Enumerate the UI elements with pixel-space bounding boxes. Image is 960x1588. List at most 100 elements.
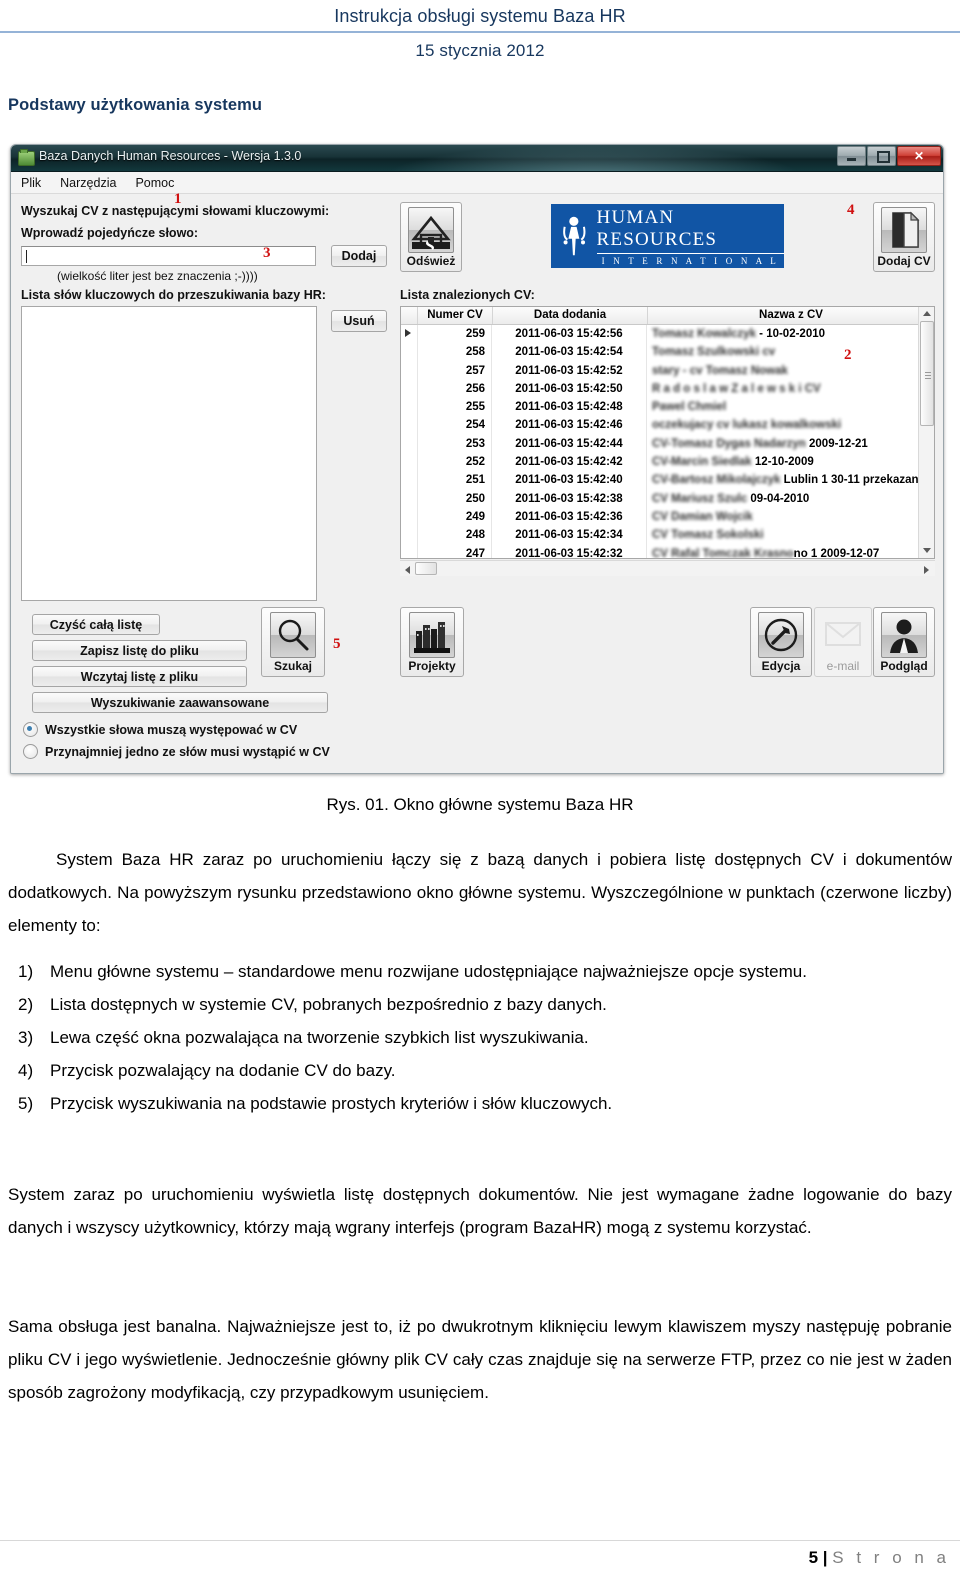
list-item: 5) Przycisk wyszukiwania na podstawie pro… <box>8 1087 952 1120</box>
table-row[interactable]: 252 2011-06-03 15:42:42 CV-Marcin Siedlak … <box>401 453 934 472</box>
section-heading: Podstawy użytkowania systemu <box>8 96 263 114</box>
scroll-up-arrow[interactable] <box>923 311 931 316</box>
table-row[interactable]: 255 2011-06-03 15:42:48 Pawel Chmiel <box>401 398 934 417</box>
cell-cv-number: 248 <box>418 526 492 545</box>
city-buildings-icon <box>409 612 455 658</box>
minimize-icon <box>847 158 856 161</box>
magnifier-icon <box>270 612 316 658</box>
table-row[interactable]: 259 2011-06-03 15:42:56 Tomasz Kowalczyk -… <box>401 325 934 344</box>
maximize-button[interactable] <box>867 146 896 166</box>
app-content: 1 Wyszukaj CV z następującymi słowami kl… <box>11 191 943 773</box>
list-item: 4) Przycisk pozwalający na dodanie CV do … <box>8 1054 952 1087</box>
envelope-icon <box>821 612 865 656</box>
email-button-label: e-mail <box>826 659 860 673</box>
search-button[interactable]: Szukaj <box>261 607 325 677</box>
table-row[interactable]: 254 2011-06-03 15:42:46 oczekujacy cv luka… <box>401 416 934 435</box>
close-button[interactable]: ✕ <box>897 146 941 166</box>
row-selector[interactable] <box>401 526 418 545</box>
cell-date-added: 2011-06-03 15:42:48 <box>492 398 647 417</box>
preview-button[interactable]: Podgląd <box>873 607 935 677</box>
table-row[interactable]: 247 2011-06-03 15:42:32 CV Rafal Tomczak K… <box>401 544 934 559</box>
advanced-search-button[interactable]: Wyszukiwanie zaawansowane <box>32 692 328 713</box>
scroll-down-arrow[interactable] <box>923 548 931 553</box>
row-selector[interactable] <box>401 453 418 472</box>
table-row[interactable]: 256 2011-06-03 15:42:50 R a d o s l a w Z … <box>401 379 934 399</box>
current-row-arrow-icon <box>405 329 411 337</box>
save-list-button[interactable]: Zapisz listę do pliku <box>32 640 247 661</box>
keyword-listbox[interactable] <box>21 306 317 601</box>
table-row[interactable]: 250 2011-06-03 15:42:38 CV Mariusz Szulc 0… <box>401 489 934 508</box>
radio-all-words[interactable]: Wszystkie słowa muszą występować w CV <box>23 722 297 737</box>
menu-item-narzedzia[interactable]: Narzędzia <box>60 176 116 190</box>
list-item-text: Menu główne systemu – standardowe menu r… <box>50 962 807 981</box>
window-controls: ✕ <box>837 146 941 166</box>
cell-cv-number: 247 <box>418 544 492 558</box>
cell-cv-number: 258 <box>418 343 492 362</box>
table-row[interactable]: 257 2011-06-03 15:42:52 stary - cv Tomasz … <box>401 361 934 380</box>
cell-cv-number: 254 <box>418 416 492 435</box>
row-selector[interactable] <box>401 379 418 399</box>
add-keyword-button[interactable]: Dodaj <box>331 245 387 267</box>
table-header-number[interactable]: Numer CV <box>418 307 493 324</box>
refresh-button-label: Odśwież <box>406 254 456 268</box>
scroll-left-arrow[interactable] <box>405 566 410 574</box>
cell-cv-name: R a d o s l a w Z a l e w s k i CV <box>647 380 934 398</box>
menu-item-pomoc[interactable]: Pomoc <box>135 176 174 190</box>
row-selector[interactable] <box>401 471 418 490</box>
load-list-button[interactable]: Wczytaj listę z pliku <box>32 666 247 687</box>
row-selector[interactable] <box>401 507 418 527</box>
list-item-number: 2) <box>18 995 34 1014</box>
remove-keyword-button[interactable]: Usuń <box>331 310 387 332</box>
row-selector[interactable] <box>401 361 418 380</box>
clear-list-button[interactable]: Czyść całą listę <box>32 614 160 635</box>
window-titlebar: Baza Danych Human Resources - Wersja 1.3… <box>11 145 943 172</box>
footer-label: S t r o n a <box>832 1548 950 1567</box>
edit-button[interactable]: Edycja <box>750 607 812 677</box>
table-row[interactable]: 251 2011-06-03 15:42:40 CV-Bartosz Mikolaj… <box>401 471 934 490</box>
radio-any-word[interactable]: Przynajmniej jedno ze słów musi wystąpić… <box>23 744 330 759</box>
add-cv-button[interactable]: Dodaj CV <box>873 202 935 272</box>
projects-button[interactable]: Projekty <box>400 607 464 677</box>
keyword-input[interactable] <box>21 246 316 266</box>
table-row[interactable]: 248 2011-06-03 15:42:34 CV Tomasz Sokolski <box>401 526 934 545</box>
table-header-name[interactable]: Nazwa z CV <box>648 307 934 324</box>
annotation-5: 5 <box>333 636 341 652</box>
row-selector[interactable] <box>401 434 418 454</box>
row-selector[interactable] <box>401 343 418 362</box>
company-logo: HUMAN RESOURCES I N T E R N A T I O N A … <box>551 204 784 268</box>
refresh-button[interactable]: Odśwież <box>400 202 462 272</box>
row-selector[interactable] <box>401 544 418 558</box>
footer-divider <box>0 1540 960 1541</box>
table-row[interactable]: 253 2011-06-03 15:42:44 CV-Tomasz Dygas Na… <box>401 434 934 454</box>
row-selector[interactable] <box>401 489 418 508</box>
menu-item-plik[interactable]: Plik <box>21 176 41 190</box>
redacted-name: Tomasz Szulkowski cv <box>652 346 776 359</box>
cv-table[interactable]: Numer CV Data dodania Nazwa z CV 259 2011… <box>400 306 935 559</box>
scroll-right-arrow[interactable] <box>924 566 929 574</box>
table-header-date[interactable]: Data dodania <box>493 307 648 324</box>
redacted-name: Pawel Chmiel <box>652 401 727 414</box>
add-cv-button-label: Dodaj CV <box>877 254 931 268</box>
search-prompt-label: Wyszukaj CV z następującymi słowami kluc… <box>21 204 330 218</box>
cell-cv-name: oczekujacy cv lukasz kowalkowski <box>647 416 934 434</box>
table-horizontal-scrollbar[interactable] <box>400 560 935 576</box>
redacted-name: CV-Marcin Siedlak <box>652 456 752 469</box>
person-icon <box>881 612 927 658</box>
redacted-name: CV Rafal Tomczak Krasno <box>652 547 794 559</box>
hammer-icon <box>758 612 804 658</box>
minimize-button[interactable] <box>837 146 866 166</box>
annotation-3: 3 <box>263 245 271 261</box>
visible-name-part: - 10-02-2010 <box>755 328 826 340</box>
titlebar-gloss <box>383 145 804 171</box>
list-item-text: Lista dostępnych w systemie CV, pobranyc… <box>50 995 607 1014</box>
scroll-thumb[interactable] <box>920 321 934 426</box>
hscroll-thumb[interactable] <box>415 562 437 575</box>
visible-name-part: 09-04-2010 <box>747 492 810 505</box>
table-vertical-scrollbar[interactable] <box>918 307 934 558</box>
table-row[interactable]: 249 2011-06-03 15:42:36 CV Damian Wojcik <box>401 507 934 527</box>
table-row[interactable]: 258 2011-06-03 15:42:54 Tomasz Szulkowski … <box>401 343 934 362</box>
cell-date-added: 2011-06-03 15:42:56 <box>492 325 647 344</box>
row-selector[interactable] <box>401 398 418 417</box>
row-selector[interactable] <box>401 416 418 435</box>
row-selector[interactable] <box>401 325 418 344</box>
